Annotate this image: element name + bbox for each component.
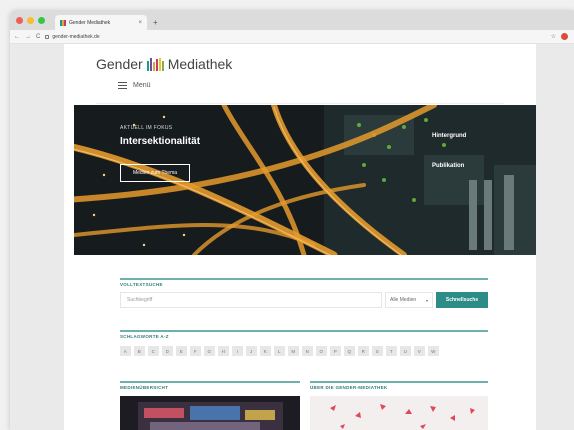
letter-button-c[interactable]: C xyxy=(148,346,159,356)
new-tab-button[interactable]: + xyxy=(153,15,158,30)
media-screen-image xyxy=(120,396,300,430)
letter-button-v[interactable]: V xyxy=(414,346,425,356)
media-overview-rule xyxy=(120,381,300,383)
letter-button-h[interactable]: H xyxy=(218,346,229,356)
quick-search-button[interactable]: Schnellsuche xyxy=(436,292,488,308)
letter-button-t[interactable]: T xyxy=(386,346,397,356)
site-logo[interactable]: Gender Mediathek xyxy=(96,56,232,72)
hero-kicker: AKTUELL IM FOKUS xyxy=(120,125,173,131)
tab-close-icon[interactable]: × xyxy=(138,20,142,26)
search-section-rule xyxy=(120,278,488,280)
about-image[interactable] xyxy=(310,396,488,430)
profile-avatar[interactable] xyxy=(561,33,568,40)
keywords-section-label: SCHLAGWORTE A-Z xyxy=(120,334,169,339)
letter-button-s[interactable]: S xyxy=(372,346,383,356)
letter-button-f[interactable]: F xyxy=(190,346,201,356)
hero-link-publication[interactable]: Publikation xyxy=(432,163,464,169)
lock-icon xyxy=(45,34,50,39)
nav-divider xyxy=(96,103,504,104)
select-value: Alle Medien xyxy=(390,297,417,303)
hero-media-button[interactable]: Medien zum Thema xyxy=(120,164,190,182)
tab-title: Gender Mediathek xyxy=(69,19,111,26)
letter-button-p[interactable]: P xyxy=(330,346,341,356)
logo-bars-icon xyxy=(146,57,164,71)
letter-button-a[interactable]: A xyxy=(120,346,131,356)
search-input[interactable]: Suchbegriff xyxy=(120,292,382,308)
favicon-icon xyxy=(60,19,66,26)
bookmark-star-icon[interactable]: ☆ xyxy=(551,33,556,40)
media-overview-label: MEDIENÜBERSICHT xyxy=(120,385,169,390)
letter-button-o[interactable]: O xyxy=(316,346,327,356)
letter-button-l[interactable]: L xyxy=(274,346,285,356)
maximize-window-button[interactable] xyxy=(38,16,45,24)
letter-button-n[interactable]: N xyxy=(302,346,313,356)
browser-window: Gender Mediathek × + ← → C gender-mediat… xyxy=(10,10,574,430)
letter-button-b[interactable]: B xyxy=(134,346,145,356)
letter-button-q[interactable]: Q xyxy=(344,346,355,356)
letter-button-j[interactable]: J xyxy=(246,346,257,356)
letter-button-e[interactable]: E xyxy=(176,346,187,356)
close-window-button[interactable] xyxy=(16,16,23,24)
hamburger-icon xyxy=(118,82,127,89)
site-page: Gender Mediathek Menü AKTUELL IM FOKUS I… xyxy=(64,44,536,430)
logo-text-right: Mediathek xyxy=(167,56,233,72)
letter-button-m[interactable]: M xyxy=(288,346,299,356)
browser-tab[interactable]: Gender Mediathek × xyxy=(55,15,147,30)
minimize-window-button[interactable] xyxy=(27,16,34,24)
about-rule xyxy=(310,381,488,383)
address-bar[interactable]: gender-mediathek.de xyxy=(45,32,545,42)
hero-title: Intersektionalität xyxy=(120,136,201,147)
about-paper-shapes-image xyxy=(310,396,488,430)
letter-button-w[interactable]: W xyxy=(428,346,439,356)
tab-bar: Gender Mediathek × + xyxy=(10,10,574,30)
chevron-down-icon: ▾ xyxy=(425,297,428,303)
media-overview-image[interactable] xyxy=(120,396,300,430)
letter-button-g[interactable]: G xyxy=(204,346,215,356)
keywords-section-rule xyxy=(120,330,488,332)
letter-button-i[interactable]: I xyxy=(232,346,243,356)
forward-button[interactable]: → xyxy=(25,34,31,40)
menu-button[interactable]: Menü xyxy=(118,82,151,89)
media-type-select[interactable]: Alle Medien ▾ xyxy=(385,292,433,308)
reload-button[interactable]: C xyxy=(36,34,40,40)
hero-banner: AKTUELL IM FOKUS Intersektionalität Medi… xyxy=(74,105,536,255)
url-text: gender-mediathek.de xyxy=(52,33,100,40)
about-label: ÜBER DIE GENDER-MEDIATHEK xyxy=(310,385,388,390)
hero-link-background[interactable]: Hintergrund xyxy=(432,133,466,139)
back-button[interactable]: ← xyxy=(14,34,20,40)
search-section-label: VOLLTEXTSUCHE xyxy=(120,282,163,287)
letter-button-r[interactable]: R xyxy=(358,346,369,356)
menu-label: Menü xyxy=(133,82,151,89)
letter-button-u[interactable]: U xyxy=(400,346,411,356)
logo-text-left: Gender xyxy=(96,56,143,72)
search-form: Suchbegriff Alle Medien ▾ Schnellsuche xyxy=(120,292,488,308)
keyword-letter-list: A B C D E F G H I J K L M N O P Q R S T xyxy=(120,346,488,356)
letter-button-d[interactable]: D xyxy=(162,346,173,356)
window-controls xyxy=(16,10,45,30)
letter-button-k[interactable]: K xyxy=(260,346,271,356)
page-viewport: Gender Mediathek Menü AKTUELL IM FOKUS I… xyxy=(10,44,574,430)
browser-toolbar: ← → C gender-mediathek.de ☆ xyxy=(10,30,574,44)
